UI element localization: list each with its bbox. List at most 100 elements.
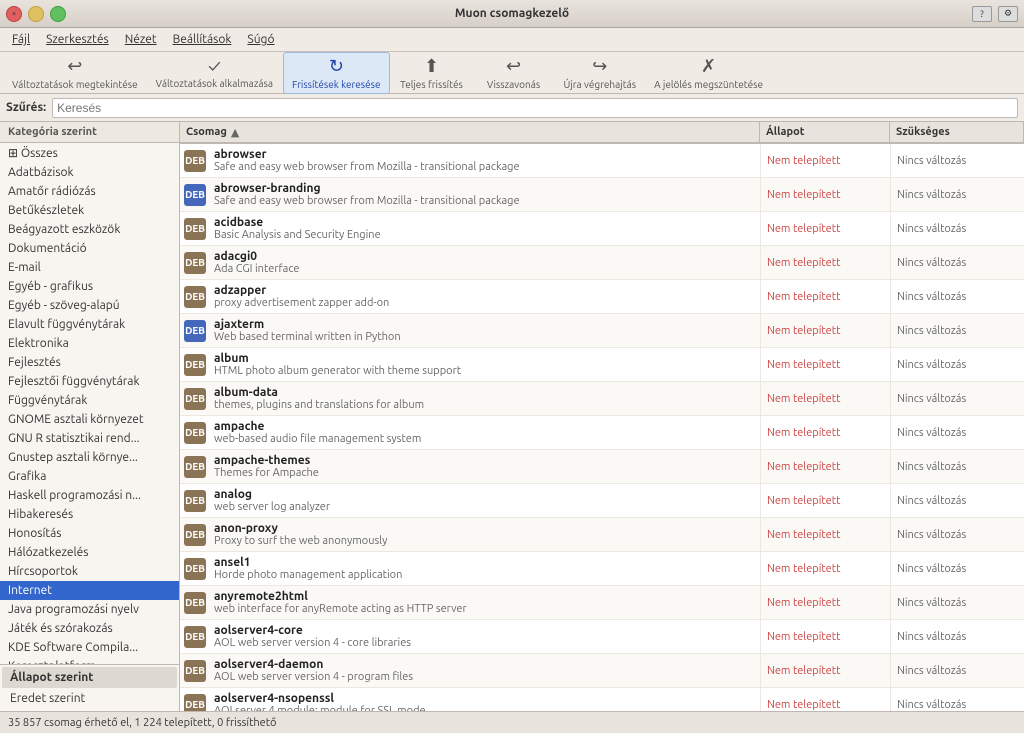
sidebar-item-kde[interactable]: KDE Software Compila... — [0, 638, 179, 657]
table-row[interactable]: DEB ajaxterm Web based terminal written … — [180, 314, 1024, 348]
check-updates-button[interactable]: ↻ Frissítések keresése — [283, 52, 389, 94]
package-name: adacgi0 — [214, 250, 756, 263]
sidebar-item-news[interactable]: Hírcsoportok — [0, 562, 179, 581]
redo-label: Újra végrehajtás — [564, 79, 637, 90]
settings-icon[interactable]: ⚙ — [998, 6, 1018, 22]
package-icon: DEB — [184, 694, 206, 712]
sidebar-item-embedded[interactable]: Beágyazott eszközök — [0, 220, 179, 239]
sidebar-item-fonts[interactable]: Betűkészletek — [0, 201, 179, 220]
statusbar-text: 35 857 csomag érhető el, 1 224 telepítet… — [8, 717, 277, 729]
package-area: Csomag ▲ Állapot Szükséges DEB abrowser … — [180, 122, 1024, 711]
package-name-cell: ampache-themes Themes for Ampache — [210, 450, 760, 483]
sidebar-item-debugging[interactable]: Hibakeresés — [0, 505, 179, 524]
package-status: Nem telepített — [760, 144, 890, 177]
changes-view-button[interactable]: ↩ Változtatások megtekintése — [4, 53, 146, 93]
sidebar-item-graphics[interactable]: Grafika — [0, 467, 179, 486]
table-row[interactable]: DEB adzapper proxy advertisement zapper … — [180, 280, 1024, 314]
sidebar-item-gnome[interactable]: GNOME asztali környezet — [0, 410, 179, 429]
sidebar-scroll: ⊞ Összes Adatbázisok Amatőr rádiózás Bet… — [0, 143, 179, 664]
sidebar-item-gnu-r[interactable]: GNU R statisztikai rend... — [0, 429, 179, 448]
package-description: web server log analyzer — [214, 501, 756, 513]
table-row[interactable]: DEB ampache-themes Themes for Ampache Ne… — [180, 450, 1024, 484]
sidebar-item-all[interactable]: ⊞ Összes — [0, 143, 179, 163]
table-row[interactable]: DEB acidbase Basic Analysis and Security… — [180, 212, 1024, 246]
table-row[interactable]: DEB anon-proxy Proxy to surf the web ano… — [180, 518, 1024, 552]
status-filter-button[interactable]: Állapot szerint — [2, 667, 177, 688]
table-row[interactable]: DEB abrowser-branding Safe and easy web … — [180, 178, 1024, 212]
search-input[interactable] — [52, 98, 1018, 118]
sidebar-item-localization[interactable]: Honosítás — [0, 524, 179, 543]
table-row[interactable]: DEB adacgi0 Ada CGI interface Nem telepí… — [180, 246, 1024, 280]
package-description: Ada CGI interface — [214, 263, 756, 275]
sidebar-item-java[interactable]: Java programozási nyelv — [0, 600, 179, 619]
table-row[interactable]: DEB aolserver4-core AOL web server versi… — [180, 620, 1024, 654]
origin-filter-button[interactable]: Eredet szerint — [2, 688, 177, 709]
package-name-cell: ajaxterm Web based terminal written in P… — [210, 314, 760, 347]
package-name: abrowser — [214, 148, 756, 161]
package-name-cell: adzapper proxy advertisement zapper add-… — [210, 280, 760, 313]
redo-button[interactable]: ↪ Újra végrehajtás — [556, 53, 645, 93]
package-icon: DEB — [184, 388, 206, 410]
column-header-package[interactable]: Csomag ▲ — [180, 122, 760, 142]
changes-view-icon: ↩ — [67, 56, 82, 77]
package-needed: Nincs változás — [890, 314, 1024, 347]
full-upgrade-button[interactable]: ⬆ Teljes frissítés — [392, 53, 472, 93]
table-row[interactable]: DEB ansel1 Horde photo management applic… — [180, 552, 1024, 586]
sidebar-item-games[interactable]: Játék és szórakozás — [0, 619, 179, 638]
help-button[interactable]: ? — [972, 6, 992, 22]
package-icon-cell: DEB — [180, 552, 210, 585]
sidebar-item-obsolete-libs[interactable]: Elavult függvénytárak — [0, 315, 179, 334]
sidebar-item-networking[interactable]: Hálózatkezelés — [0, 543, 179, 562]
table-row[interactable]: DEB analog web server log analyzer Nem t… — [180, 484, 1024, 518]
package-description: web interface for anyRemote acting as HT… — [214, 603, 756, 615]
menu-settings[interactable]: Beállítások — [165, 31, 240, 48]
redo-icon: ↪ — [592, 56, 607, 77]
sidebar-item-databases[interactable]: Adatbázisok — [0, 163, 179, 182]
package-icon: DEB — [184, 218, 206, 240]
sidebar-item-internet[interactable]: Internet — [0, 581, 179, 600]
package-icon: DEB — [184, 252, 206, 274]
menu-file[interactable]: Fájl — [4, 31, 38, 48]
apply-changes-button[interactable]: ✓ Változtatások alkalmazása — [148, 53, 281, 92]
sidebar-item-haskell[interactable]: Haskell programozási n... — [0, 486, 179, 505]
package-icon: DEB — [184, 524, 206, 546]
apply-changes-label: Változtatások alkalmazása — [156, 78, 273, 89]
sidebar-item-dev-libs[interactable]: Fejlesztői függvénytárak — [0, 372, 179, 391]
sidebar-item-crossplatform[interactable]: Keresztplatform — [0, 657, 179, 664]
menu-edit[interactable]: Szerkesztés — [38, 31, 117, 48]
sidebar-item-electronics[interactable]: Elektronika — [0, 334, 179, 353]
package-icon-cell: DEB — [180, 382, 210, 415]
table-row[interactable]: DEB aolserver4-daemon AOL web server ver… — [180, 654, 1024, 688]
package-description: Horde photo management application — [214, 569, 756, 581]
minimize-button[interactable] — [28, 6, 44, 22]
undo-button[interactable]: ↩ Visszavonás — [474, 53, 554, 93]
package-name: album-data — [214, 386, 756, 399]
package-description: Safe and easy web browser from Mozilla -… — [214, 161, 756, 173]
column-header-needed[interactable]: Szükséges — [890, 122, 1024, 142]
maximize-button[interactable] — [50, 6, 66, 22]
sidebar-item-libs[interactable]: Függvénytárak — [0, 391, 179, 410]
package-icon-cell: DEB — [180, 518, 210, 551]
table-row[interactable]: DEB abrowser Safe and easy web browser f… — [180, 144, 1024, 178]
table-row[interactable]: DEB aolserver4-nsopenssl AOLserver 4 mod… — [180, 688, 1024, 711]
table-row[interactable]: DEB ampache web-based audio file managem… — [180, 416, 1024, 450]
sidebar-item-development[interactable]: Fejlesztés — [0, 353, 179, 372]
apply-changes-icon: ✓ — [208, 56, 221, 76]
package-icon: DEB — [184, 150, 206, 172]
sidebar-item-gnustep[interactable]: Gnustep asztali környe... — [0, 448, 179, 467]
sidebar-item-docs[interactable]: Dokumentáció — [0, 239, 179, 258]
sidebar-item-email[interactable]: E-mail — [0, 258, 179, 277]
table-row[interactable]: DEB album-data themes, plugins and trans… — [180, 382, 1024, 416]
table-row[interactable]: DEB album HTML photo album generator wit… — [180, 348, 1024, 382]
column-header-status[interactable]: Állapot — [760, 122, 890, 142]
menu-help[interactable]: Súgó — [239, 31, 282, 48]
table-row[interactable]: DEB anyremote2html web interface for any… — [180, 586, 1024, 620]
menu-view[interactable]: Nézet — [117, 31, 165, 48]
package-needed: Nincs változás — [890, 246, 1024, 279]
sidebar-item-other-graphics[interactable]: Egyéb - grafikus — [0, 277, 179, 296]
sidebar-item-amateur-radio[interactable]: Amatőr rádiózás — [0, 182, 179, 201]
sidebar-item-other-text[interactable]: Egyéb - szöveg-alapú — [0, 296, 179, 315]
clear-marks-button[interactable]: ✗ A jelölés megszüntetése — [646, 53, 771, 93]
filter-label: Szűrés: — [6, 101, 46, 114]
close-button[interactable]: × — [6, 6, 22, 22]
